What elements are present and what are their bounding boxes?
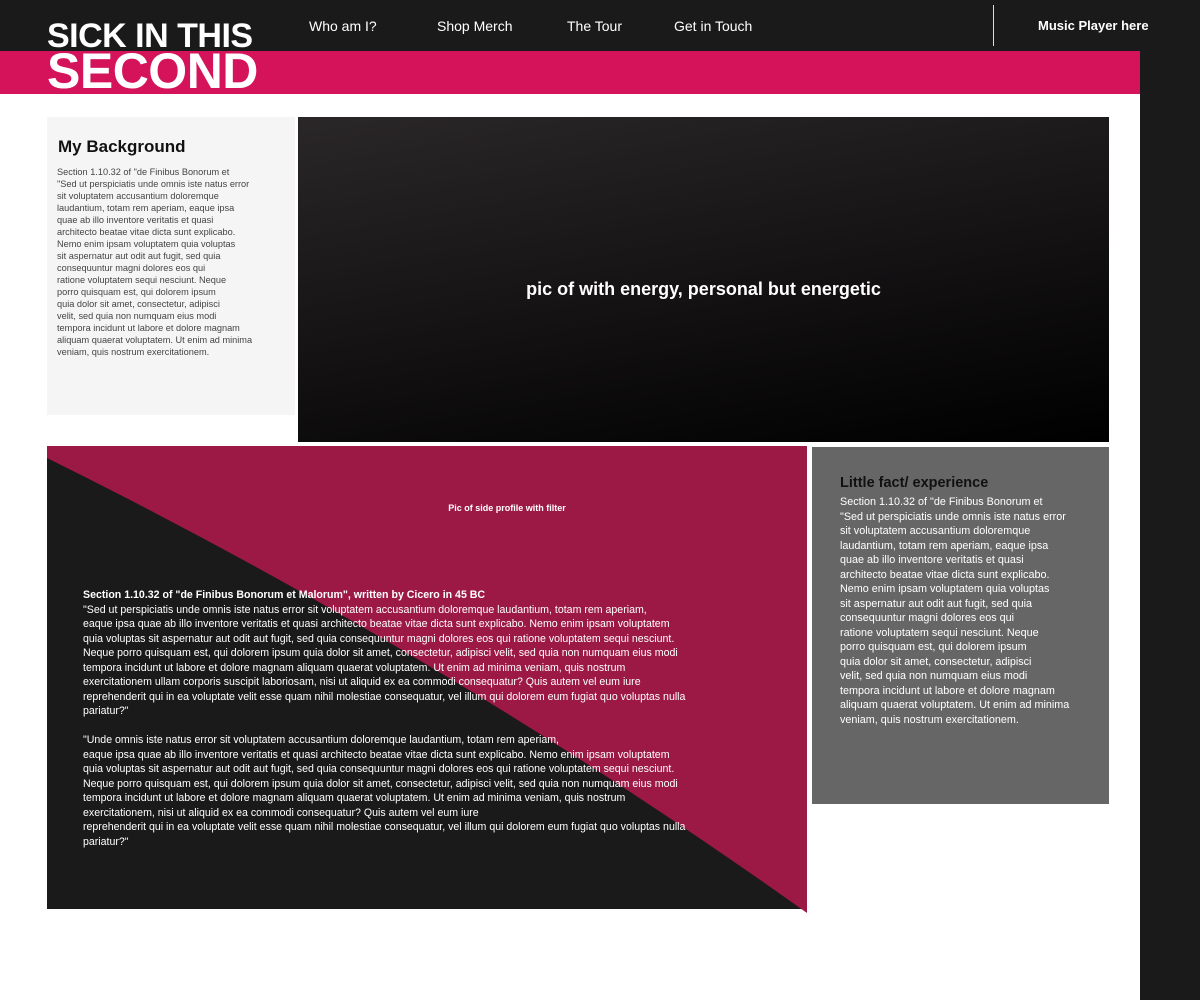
nav-shop-merch[interactable]: Shop Merch [437, 17, 512, 35]
profile-paragraph-2: "Unde omnis iste natus error sit volupta… [83, 734, 686, 848]
fact-card: Little fact/ experience Section 1.10.32 … [812, 447, 1109, 804]
nav-the-tour[interactable]: The Tour [567, 17, 622, 35]
profile-article: Section 1.10.32 of "de Finibus Bonorum e… [83, 588, 763, 849]
background-card: My Background Section 1.10.32 of "de Fin… [47, 117, 295, 415]
profile-image-section: Pic of side profile with filter Section … [47, 446, 807, 914]
profile-article-heading: Section 1.10.32 of "de Finibus Bonorum e… [83, 589, 486, 601]
background-title: My Background [58, 137, 186, 156]
logo-line-2[interactable]: SECOND [47, 43, 258, 99]
music-player-placeholder[interactable]: Music Player here [1038, 17, 1149, 35]
nav-get-in-touch[interactable]: Get in Touch [674, 17, 752, 35]
background-text: Section 1.10.32 of "de Finibus Bonorum e… [57, 167, 253, 357]
nav-who-am-i[interactable]: Who am I? [309, 17, 377, 35]
nav-divider [993, 5, 994, 46]
fact-text: Section 1.10.32 of "de Finibus Bonorum e… [840, 496, 1070, 726]
profile-pic-label: Pic of side profile with filter [448, 503, 566, 513]
hero-image-placeholder: pic of with energy, personal but energet… [298, 117, 1109, 442]
profile-paragraph-1: "Sed ut perspiciatis unde omnis iste nat… [83, 603, 686, 718]
hero-caption: pic of with energy, personal but energet… [526, 279, 881, 299]
right-dark-bar [1140, 0, 1200, 1000]
fact-title: Little fact/ experience [840, 475, 989, 491]
